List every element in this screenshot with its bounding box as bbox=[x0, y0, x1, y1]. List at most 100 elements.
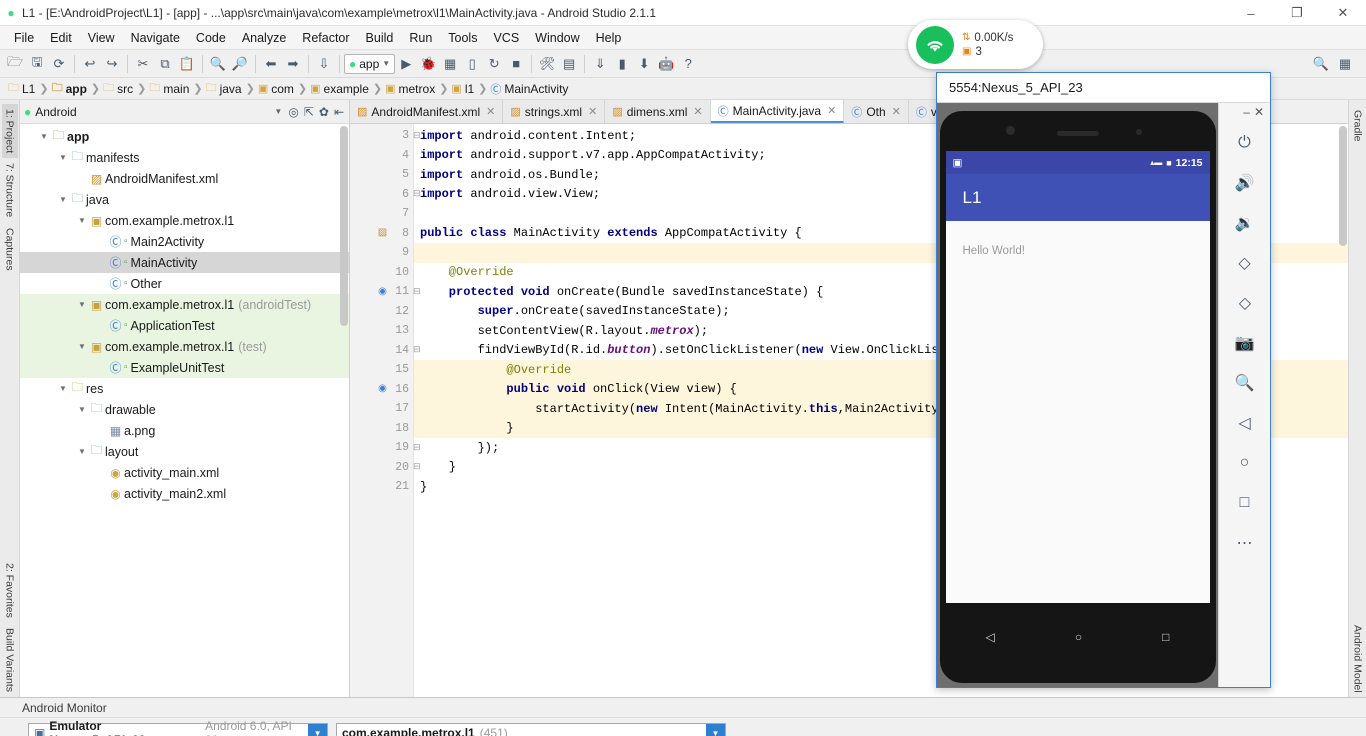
gutter-line[interactable]: 13 bbox=[350, 321, 413, 341]
tool-window-favorites[interactable]: 2: Favorites bbox=[2, 558, 18, 623]
nav-home-icon[interactable]: ○ bbox=[1075, 630, 1082, 644]
run-icon[interactable]: ▶ bbox=[395, 53, 417, 75]
breadcrumb-item-java[interactable]: 🗀 java bbox=[204, 79, 245, 98]
editor-tab-stringsxml[interactable]: ▨ strings.xml ✕ bbox=[503, 100, 606, 123]
open-project-icon[interactable]: 🗁 bbox=[4, 53, 26, 75]
sync-icon[interactable]: ⟳ bbox=[48, 53, 70, 75]
debug-icon[interactable]: 🐞 bbox=[417, 53, 439, 75]
gutter-line[interactable]: ◉ 11 ⊟ bbox=[350, 282, 420, 302]
tree-node[interactable]: Ⓒ ▫ ApplicationTest bbox=[20, 315, 349, 336]
nav-back-icon[interactable]: ◁ bbox=[986, 630, 995, 644]
minimize-button[interactable]: – bbox=[1228, 0, 1274, 26]
tree-node[interactable]: ◉ activity_main2.xml bbox=[20, 483, 349, 504]
menu-item-build[interactable]: Build bbox=[358, 29, 402, 47]
gutter-line[interactable]: 18 bbox=[350, 419, 413, 439]
more-icon[interactable]: ⋯ bbox=[1228, 527, 1262, 559]
tool-window-gradle[interactable]: Gradle bbox=[1351, 106, 1365, 146]
tree-node[interactable]: ▼ 🗀 manifests bbox=[20, 147, 349, 168]
menu-item-analyze[interactable]: Analyze bbox=[234, 29, 294, 47]
tool-window-captures[interactable]: Captures bbox=[2, 223, 18, 276]
save-all-icon[interactable]: 🖫 bbox=[26, 53, 48, 75]
breadcrumb-item-MainActivity[interactable]: Ⓒ MainActivity bbox=[488, 81, 571, 97]
tree-node[interactable]: ▼ 🗀 app bbox=[20, 126, 349, 147]
back-icon[interactable]: ⬅ bbox=[260, 53, 282, 75]
tree-node[interactable]: ▼ ▣ com.example.metrox.l1 (test) bbox=[20, 336, 349, 357]
gutter-line[interactable]: 15 bbox=[350, 360, 413, 380]
layout-inspector-icon[interactable]: ▮ bbox=[611, 53, 633, 75]
menu-item-vcs[interactable]: VCS bbox=[485, 29, 527, 47]
paste-icon[interactable]: 📋 bbox=[176, 53, 198, 75]
gutter-line[interactable]: 6 ⊟ bbox=[350, 185, 420, 205]
volume-down-icon[interactable]: 🔉 bbox=[1228, 207, 1262, 239]
breadcrumb-item-l1[interactable]: ▣ l1 bbox=[449, 82, 477, 96]
gutter-line[interactable]: 14 ⊟ bbox=[350, 341, 420, 361]
cut-icon[interactable]: ✂ bbox=[132, 53, 154, 75]
chevron-down-icon[interactable]: ▼ bbox=[706, 723, 725, 736]
project-tree-scrollbar[interactable] bbox=[340, 126, 348, 326]
collapse-all-icon[interactable]: ⇱ bbox=[304, 105, 314, 119]
gutter-line[interactable]: ◉ 16 bbox=[350, 380, 413, 400]
override-icon[interactable]: ◉ bbox=[376, 285, 389, 298]
replace-icon[interactable]: 🔎 bbox=[229, 53, 251, 75]
menu-item-file[interactable]: File bbox=[6, 29, 42, 47]
tree-node[interactable]: ▼ 🗀 layout bbox=[20, 441, 349, 462]
chevron-down-icon[interactable]: ▼ bbox=[76, 216, 88, 225]
breadcrumb-item-src[interactable]: 🗀 src bbox=[101, 79, 136, 98]
menu-item-code[interactable]: Code bbox=[188, 29, 234, 47]
gutter-line[interactable]: 5 bbox=[350, 165, 413, 185]
tree-node[interactable]: Ⓒ ▫ Other bbox=[20, 273, 349, 294]
menu-item-run[interactable]: Run bbox=[401, 29, 440, 47]
tree-node[interactable]: ▼ 🗀 drawable bbox=[20, 399, 349, 420]
gutter-line[interactable]: 21 bbox=[350, 477, 413, 497]
run-configuration-selector[interactable]: ● app ▼ bbox=[344, 53, 396, 74]
tree-node[interactable]: Ⓒ ▫ ExampleUnitTest bbox=[20, 357, 349, 378]
menu-item-help[interactable]: Help bbox=[588, 29, 630, 47]
back-icon[interactable]: ◁ bbox=[1228, 407, 1262, 439]
chevron-down-icon[interactable]: ▼ bbox=[38, 132, 50, 141]
breadcrumb-item-L1[interactable]: 🗀 L1 bbox=[6, 79, 38, 98]
layout-toggle-icon[interactable]: ▦ bbox=[1334, 53, 1356, 75]
sync-project-gradle-icon[interactable]: ⇩ bbox=[313, 53, 335, 75]
gutter-line[interactable]: 19 ⊟ bbox=[350, 438, 420, 458]
editor-tab-oth[interactable]: Ⓒ Oth ✕ bbox=[844, 100, 909, 123]
sdk-manager-icon[interactable]: 🛠 bbox=[536, 53, 558, 75]
zoom-icon[interactable]: 🔍 bbox=[1228, 367, 1262, 399]
volume-up-icon[interactable]: 🔊 bbox=[1228, 167, 1262, 199]
gradle-sync-icon[interactable]: ⇓ bbox=[589, 53, 611, 75]
hide-panel-icon[interactable]: ⇤ bbox=[334, 105, 344, 119]
avd-manager-icon[interactable]: ▤ bbox=[558, 53, 580, 75]
gutter-line[interactable]: 3 ⊟ bbox=[350, 126, 420, 146]
help-icon[interactable]: ? bbox=[677, 53, 699, 75]
chevron-down-icon[interactable]: ▼ bbox=[57, 384, 69, 393]
menu-item-tools[interactable]: Tools bbox=[440, 29, 485, 47]
chevron-down-icon[interactable]: ▼ bbox=[76, 405, 88, 414]
breadcrumb-item-main[interactable]: 🗀 main bbox=[147, 79, 192, 98]
rotate-left-icon[interactable]: ◇ bbox=[1228, 247, 1262, 279]
gutter-line[interactable]: 7 bbox=[350, 204, 413, 224]
process-selector[interactable]: com.example.metrox.l1 (451) ▼ bbox=[336, 722, 726, 736]
breadcrumb-item-example[interactable]: ▣ example bbox=[308, 82, 372, 96]
close-icon[interactable]: ✕ bbox=[486, 105, 495, 118]
close-icon[interactable]: ✕ bbox=[588, 105, 597, 118]
layout-icon[interactable]: ▨ bbox=[376, 227, 389, 240]
tree-node[interactable]: Ⓒ ▫ Main2Activity bbox=[20, 231, 349, 252]
tool-window-buildvariants[interactable]: Build Variants bbox=[2, 623, 18, 697]
editor-tab-dimensxml[interactable]: ▨ dimens.xml ✕ bbox=[605, 100, 711, 123]
close-icon[interactable]: ✕ bbox=[892, 105, 901, 118]
run-coverage-icon[interactable]: ▦ bbox=[439, 53, 461, 75]
menu-item-view[interactable]: View bbox=[80, 29, 123, 47]
tree-node[interactable]: ▦ a.png bbox=[20, 420, 349, 441]
menu-item-refactor[interactable]: Refactor bbox=[294, 29, 357, 47]
chevron-down-icon[interactable]: ▼ bbox=[76, 342, 88, 351]
menu-item-window[interactable]: Window bbox=[527, 29, 587, 47]
tool-window-project[interactable]: 1: Project bbox=[1, 104, 18, 159]
gutter-line[interactable]: ▨ 8 bbox=[350, 224, 413, 244]
tool-window-androidmodel[interactable]: Android Model bbox=[1351, 621, 1365, 697]
breadcrumb-item-com[interactable]: ▣ com bbox=[256, 82, 297, 96]
close-button[interactable]: ✕ bbox=[1320, 0, 1366, 26]
gutter-line[interactable]: 4 bbox=[350, 146, 413, 166]
phone-screen[interactable]: ▣ ▴▬ ■ 12:15 L1 Hello World! bbox=[945, 151, 1210, 603]
menu-item-edit[interactable]: Edit bbox=[42, 29, 80, 47]
gutter-line[interactable]: 20 ⊟ bbox=[350, 458, 420, 478]
network-speed-widget[interactable]: ⇅ 0.00K/s ▣ 3 bbox=[908, 20, 1043, 69]
